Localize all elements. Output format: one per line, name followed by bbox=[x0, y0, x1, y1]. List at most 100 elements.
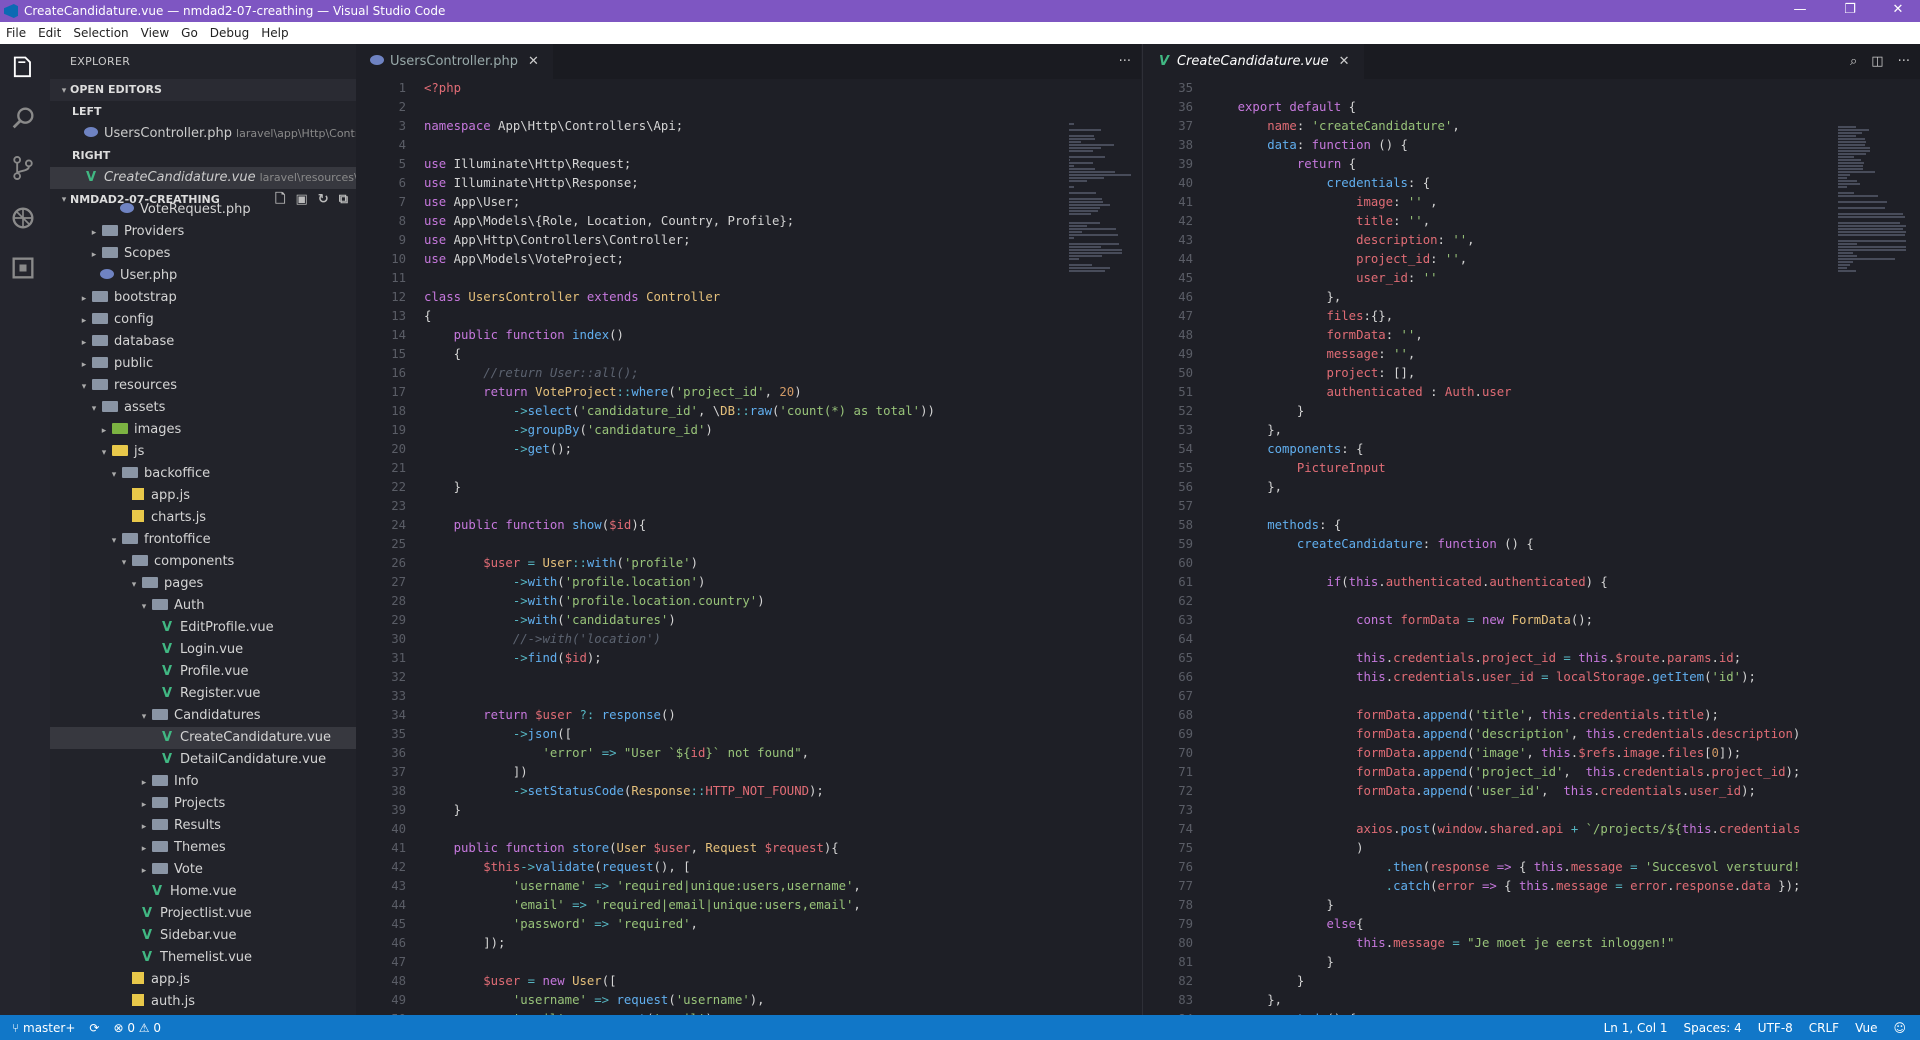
chevron-down-icon[interactable]: ▾ bbox=[128, 574, 140, 596]
open-editor-create-candidature[interactable]: V CreateCandidature.vue laravel\resources\… bbox=[50, 167, 356, 189]
chevron-right-icon[interactable]: ▸ bbox=[138, 816, 150, 838]
chevron-down-icon[interactable]: ▾ bbox=[118, 552, 130, 574]
more-actions-icon[interactable]: ··· bbox=[1119, 44, 1131, 79]
open-changes-icon[interactable]: ⌕ bbox=[1850, 44, 1857, 79]
chevron-right-icon[interactable]: ▸ bbox=[138, 838, 150, 860]
tree-item[interactable]: ▸ config bbox=[50, 309, 356, 331]
branch-indicator[interactable]: ⑂ master+ bbox=[12, 1021, 75, 1035]
code-line: components: { bbox=[1208, 442, 1364, 456]
problems-indicator[interactable]: ⊗ 0 ⚠ 0 bbox=[113, 1021, 161, 1035]
menu-selection[interactable]: Selection bbox=[67, 26, 134, 40]
indentation[interactable]: Spaces: 4 bbox=[1683, 1021, 1741, 1035]
tree-item[interactable]: V DetailCandidature.vue bbox=[50, 749, 356, 771]
tree-item[interactable]: ▸ database bbox=[50, 331, 356, 353]
code-left[interactable]: <?php namespace App\Http\Controllers\Api… bbox=[424, 79, 935, 1015]
menu-edit[interactable]: Edit bbox=[32, 26, 67, 40]
split-editor-icon[interactable]: ◫ bbox=[1871, 44, 1883, 79]
encoding[interactable]: UTF-8 bbox=[1758, 1021, 1793, 1035]
code-right[interactable]: export default { name: 'createCandidatur… bbox=[1208, 79, 1801, 1015]
chevron-down-icon[interactable]: ▾ bbox=[138, 596, 150, 618]
cursor-position[interactable]: Ln 1, Col 1 bbox=[1604, 1021, 1668, 1035]
tree-item[interactable]: ▾ js bbox=[50, 441, 356, 463]
menu-go[interactable]: Go bbox=[175, 26, 204, 40]
tree-item[interactable]: ▸ Themes bbox=[50, 837, 356, 859]
open-editor-users-controller[interactable]: UsersController.php laravel\app\Http\Cont… bbox=[50, 123, 356, 145]
chevron-down-icon[interactable]: ▾ bbox=[98, 442, 110, 464]
tree-item[interactable]: V Projectlist.vue bbox=[50, 903, 356, 925]
tree-item[interactable]: ▸ Info bbox=[50, 771, 356, 793]
more-actions-icon[interactable]: ··· bbox=[1898, 44, 1910, 79]
tree-item[interactable]: V Register.vue bbox=[50, 683, 356, 705]
close-tab-icon[interactable]: ✕ bbox=[1339, 54, 1350, 69]
chevron-down-icon[interactable]: ▾ bbox=[108, 464, 120, 486]
language-mode[interactable]: Vue bbox=[1855, 1021, 1877, 1035]
tree-item[interactable]: ▸ Results bbox=[50, 815, 356, 837]
tree-item[interactable]: ▸ public bbox=[50, 353, 356, 375]
tree-item[interactable]: ▾ assets bbox=[50, 397, 356, 419]
tree-item[interactable]: V Themelist.vue bbox=[50, 947, 356, 969]
explorer-icon[interactable] bbox=[9, 54, 41, 86]
minimap-line bbox=[1069, 228, 1116, 230]
tree-item[interactable]: ▾ pages bbox=[50, 573, 356, 595]
tree-item[interactable]: app.js bbox=[50, 485, 356, 507]
menu-help[interactable]: Help bbox=[255, 26, 294, 40]
chevron-right-icon[interactable]: ▸ bbox=[78, 332, 90, 354]
minimap-left[interactable] bbox=[1069, 122, 1139, 542]
chevron-right-icon[interactable]: ▸ bbox=[138, 772, 150, 794]
tree-item[interactable]: ▸ Vote bbox=[50, 859, 356, 881]
tree-item[interactable]: V Sidebar.vue bbox=[50, 925, 356, 947]
search-icon[interactable] bbox=[9, 104, 41, 136]
end-of-line[interactable]: CRLF bbox=[1809, 1021, 1839, 1035]
menu-debug[interactable]: Debug bbox=[204, 26, 255, 40]
chevron-right-icon[interactable]: ▸ bbox=[78, 310, 90, 332]
tree-item[interactable]: VoteRequest.php bbox=[50, 199, 356, 221]
source-control-icon[interactable] bbox=[9, 154, 41, 186]
tree-item[interactable]: auth.js bbox=[50, 991, 356, 1013]
tab-users-controller[interactable]: UsersController.php ✕ bbox=[356, 44, 553, 79]
tree-item[interactable]: V Home.vue bbox=[50, 881, 356, 903]
chevron-right-icon[interactable]: ▸ bbox=[138, 860, 150, 882]
chevron-down-icon[interactable]: ▾ bbox=[78, 376, 90, 398]
tree-item[interactable]: ▾ backoffice bbox=[50, 463, 356, 485]
minimize-button[interactable]: — bbox=[1780, 0, 1820, 22]
tree-item[interactable]: ▸ Scopes bbox=[50, 243, 356, 265]
tree-item[interactable]: ▸ bootstrap bbox=[50, 287, 356, 309]
tree-item[interactable]: ▸ images bbox=[50, 419, 356, 441]
open-editors-header[interactable]: ▾ OPEN EDITORS bbox=[50, 79, 356, 101]
restore-button[interactable]: ❐ bbox=[1830, 0, 1870, 22]
chevron-right-icon[interactable]: ▸ bbox=[78, 288, 90, 310]
chevron-down-icon[interactable]: ▾ bbox=[108, 530, 120, 552]
minimap-right[interactable] bbox=[1838, 122, 1908, 302]
tree-item[interactable]: V CreateCandidature.vue bbox=[50, 727, 356, 749]
code-line: title: '', bbox=[1208, 214, 1431, 228]
tree-item[interactable]: V Profile.vue bbox=[50, 661, 356, 683]
tree-item[interactable]: ▾ frontoffice bbox=[50, 529, 356, 551]
chevron-right-icon[interactable]: ▸ bbox=[78, 354, 90, 376]
extensions-icon[interactable] bbox=[9, 254, 41, 286]
sync-icon[interactable]: ⟳ bbox=[89, 1021, 99, 1035]
feedback-icon[interactable]: ☺ bbox=[1893, 1021, 1906, 1035]
tree-item[interactable]: ▾ resources bbox=[50, 375, 356, 397]
close-window-button[interactable]: ✕ bbox=[1878, 0, 1918, 22]
chevron-down-icon[interactable]: ▾ bbox=[138, 706, 150, 728]
tree-item[interactable]: User.php bbox=[50, 265, 356, 287]
menu-view[interactable]: View bbox=[135, 26, 175, 40]
chevron-right-icon[interactable]: ▸ bbox=[138, 794, 150, 816]
debug-icon[interactable] bbox=[9, 204, 41, 236]
tree-item[interactable]: charts.js bbox=[50, 507, 356, 529]
menu-file[interactable]: File bbox=[0, 26, 32, 40]
tree-item[interactable]: ▸ Projects bbox=[50, 793, 356, 815]
chevron-right-icon[interactable]: ▸ bbox=[88, 244, 100, 266]
chevron-down-icon[interactable]: ▾ bbox=[88, 398, 100, 420]
tree-item[interactable]: ▾ Auth bbox=[50, 595, 356, 617]
tree-item[interactable]: ▸ Providers bbox=[50, 221, 356, 243]
tree-item[interactable]: app.js bbox=[50, 969, 356, 991]
tree-item[interactable]: ▾ Candidatures bbox=[50, 705, 356, 727]
chevron-right-icon[interactable]: ▸ bbox=[88, 222, 100, 244]
close-tab-icon[interactable]: ✕ bbox=[528, 54, 539, 69]
tab-create-candidature[interactable]: V CreateCandidature.vue ✕ bbox=[1143, 44, 1364, 79]
chevron-right-icon[interactable]: ▸ bbox=[98, 420, 110, 442]
tree-item[interactable]: V Login.vue bbox=[50, 639, 356, 661]
tree-item[interactable]: V EditProfile.vue bbox=[50, 617, 356, 639]
tree-item[interactable]: ▾ components bbox=[50, 551, 356, 573]
